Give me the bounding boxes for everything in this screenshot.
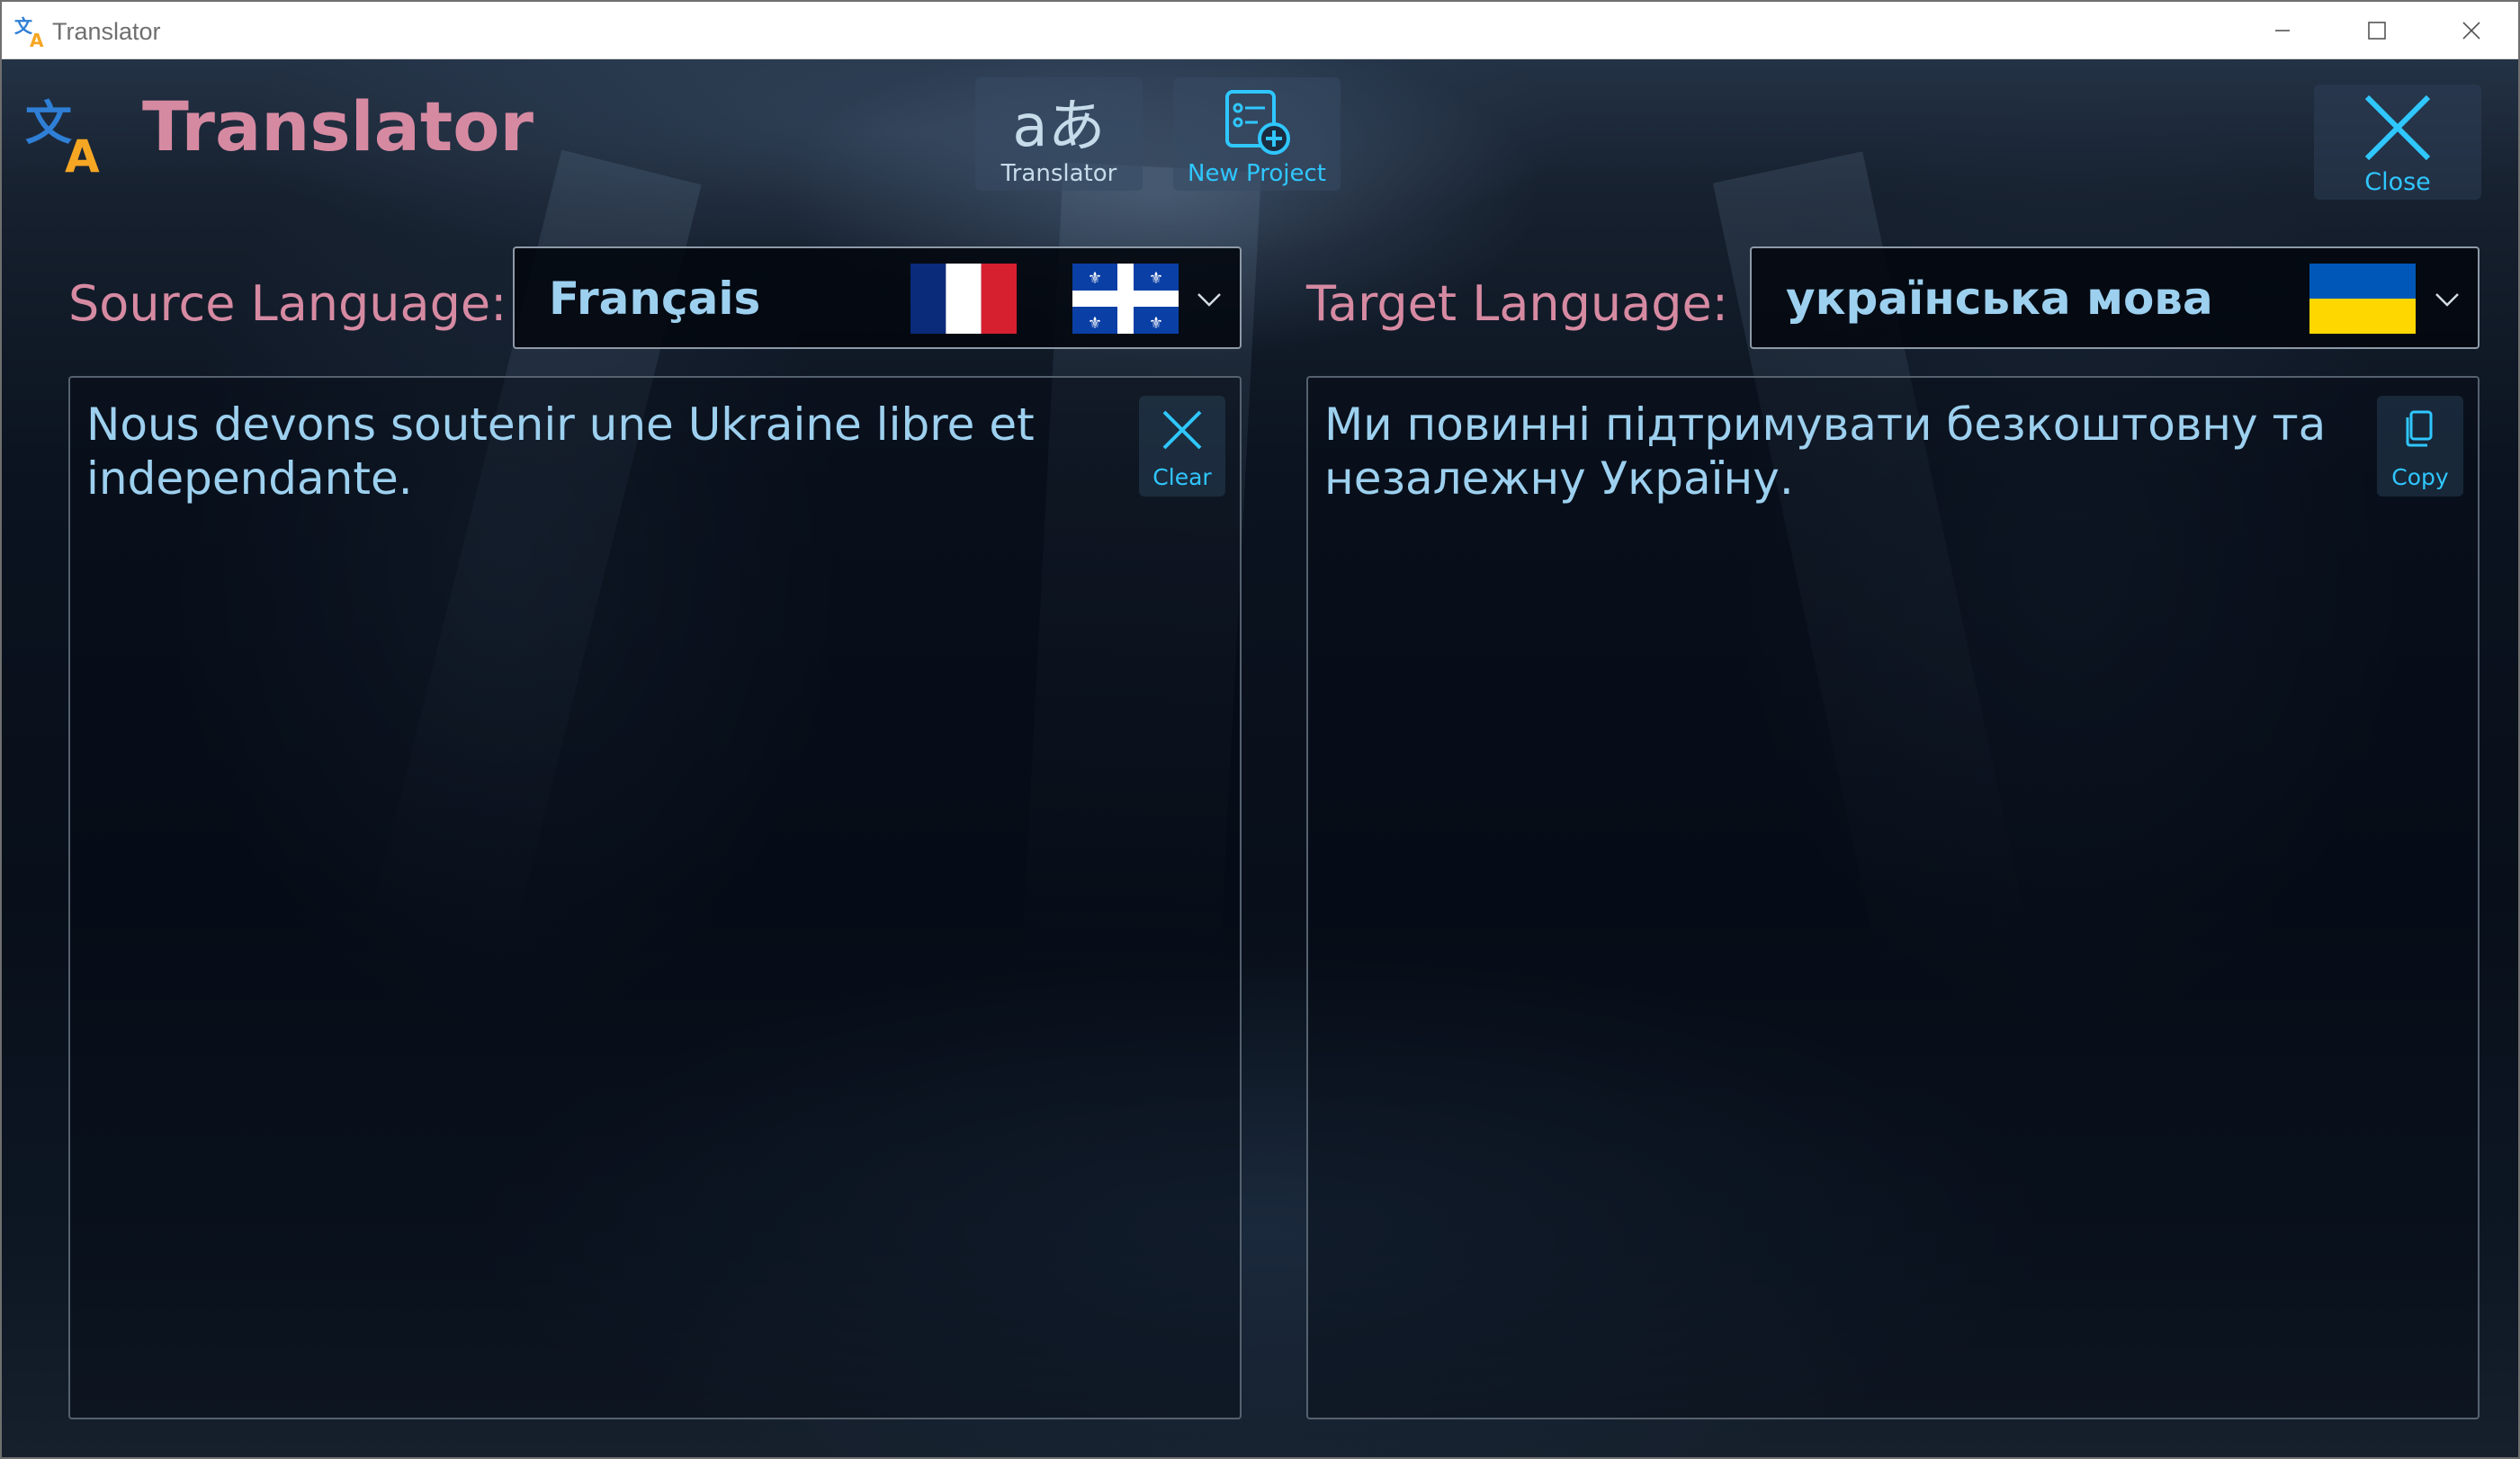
svg-text:A: A [65, 130, 100, 175]
svg-text:⚜: ⚜ [1149, 269, 1163, 288]
title-bar: 文 A Translator [2, 2, 2518, 59]
quebec-flag-icon: ⚜ ⚜ ⚜ ⚜ [1072, 264, 1179, 334]
window-title: Translator [52, 18, 161, 45]
close-icon [1162, 410, 1202, 450]
window-close-button[interactable] [2425, 2, 2518, 58]
chevron-down-icon [1197, 293, 1221, 307]
nav-new-project-button[interactable]: New Project [1173, 77, 1341, 191]
app-content: 文 A Translator aあ Translator New Project… [2, 59, 2518, 1457]
ukraine-flag-icon [2309, 264, 2416, 334]
target-language-label: Target Language: [1306, 275, 1728, 332]
clear-button[interactable]: Clear [1139, 396, 1225, 497]
nav-translator-button[interactable]: aあ Translator [975, 77, 1143, 191]
translate-logo-icon: 文 A [25, 97, 100, 175]
close-icon [2364, 94, 2431, 161]
clear-label: Clear [1152, 464, 1212, 490]
target-language-value: українська мова [1786, 273, 2213, 325]
source-language-value: Français [549, 273, 761, 325]
target-language-select[interactable]: українська мова [1750, 246, 2480, 349]
app-window: 文 A Translator 文 A Translator aあ Transla… [0, 0, 2520, 1459]
app-title: Translator [142, 86, 534, 166]
nav-new-project-label: New Project [1188, 160, 1326, 187]
source-text-area[interactable]: Nous devons soutenir une Ukraine libre e… [68, 376, 1242, 1419]
svg-text:A: A [30, 30, 44, 49]
nav-translator-label: Translator [1000, 160, 1117, 187]
svg-text:aあ: aあ [1012, 94, 1105, 158]
new-project-icon [1225, 90, 1290, 155]
translate-icon: aあ [1012, 94, 1105, 158]
maximize-icon [2368, 21, 2386, 40]
france-flag-icon [910, 264, 1017, 334]
source-language-label: Source Language: [68, 275, 507, 332]
maximize-button[interactable] [2330, 2, 2424, 58]
source-text[interactable]: Nous devons soutenir une Ukraine libre e… [86, 398, 1094, 506]
source-language-select[interactable]: Français ⚜ ⚜ ⚜ ⚜ [513, 246, 1242, 349]
target-text[interactable]: Ми повинні підтримувати безкоштовну та н… [1324, 398, 2332, 506]
chevron-down-icon [2435, 293, 2459, 307]
copy-icon [2406, 410, 2433, 447]
svg-text:⚜: ⚜ [1088, 269, 1102, 288]
close-label: Close [2364, 168, 2431, 196]
close-app-button[interactable]: Close [2314, 85, 2481, 200]
minimize-icon [2275, 29, 2290, 31]
svg-text:⚜: ⚜ [1149, 314, 1163, 333]
copy-button[interactable]: Copy [2377, 396, 2463, 497]
close-icon [2462, 21, 2480, 40]
translate-logo-icon: 文 A [14, 15, 44, 49]
svg-text:⚜: ⚜ [1088, 314, 1102, 333]
minimize-button[interactable] [2236, 2, 2329, 58]
copy-label: Copy [2391, 464, 2449, 490]
target-text-area[interactable]: Ми повинні підтримувати безкоштовну та н… [1306, 376, 2480, 1419]
